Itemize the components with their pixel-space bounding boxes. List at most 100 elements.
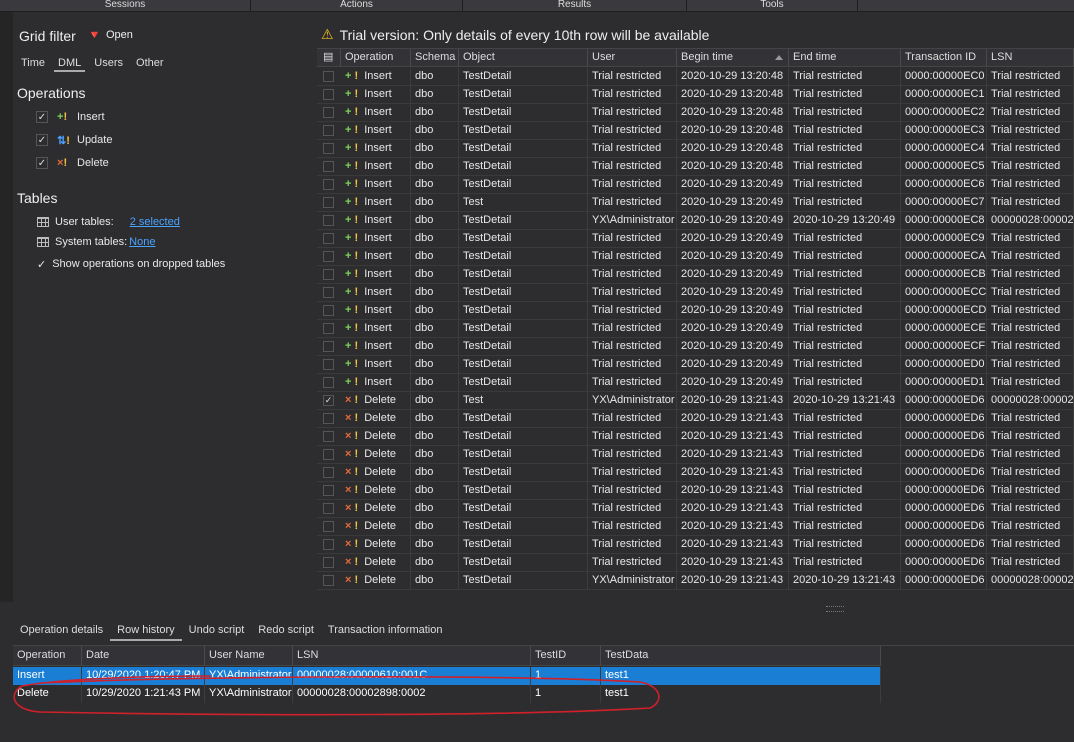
grid-row[interactable]: × ! Delete dbo TestDetail Trial restricted 2… [317,410,1074,428]
tab-redo-script[interactable]: Redo script [251,621,321,641]
grid-row[interactable]: + ! Insert dbo TestDetail Trial restricted 2… [317,86,1074,104]
select-all-header[interactable]: ▤ [317,49,341,67]
col-history-user-name[interactable]: User Name [205,646,293,666]
grid-row[interactable]: × ! Delete dbo TestDetail Trial restricted 2… [317,464,1074,482]
row-checkbox[interactable] [323,539,334,550]
row-checkbox[interactable] [323,449,334,460]
tab-undo-script[interactable]: Undo script [182,621,252,641]
col-history-testid[interactable]: TestID [531,646,601,666]
panel-splitter[interactable] [826,606,844,612]
tab-operation-details[interactable]: Operation details [13,621,110,641]
row-checkbox[interactable] [323,125,334,136]
grid-row[interactable]: × ! Delete dbo TestDetail Trial restricted 2… [317,482,1074,500]
history-row[interactable]: Delete 10/29/2020 1:21:43 PM YX\Administra… [13,685,881,703]
row-checkbox[interactable] [323,143,334,154]
system-tables-link[interactable]: None [129,236,155,248]
grid-row[interactable]: × ! Delete dbo TestDetail Trial restricted 2… [317,446,1074,464]
row-checkbox[interactable] [323,107,334,118]
tab-actions[interactable]: Actions [251,0,463,12]
show-dropped-checkbox[interactable]: ✓ [37,258,46,271]
col-end-time[interactable]: End time [789,49,901,67]
col-history-lsn[interactable]: LSN [293,646,531,666]
col-history-testdata[interactable]: TestData [601,646,881,666]
grid-row[interactable]: × ! Delete dbo TestDetail YX\Administrator 2… [317,572,1074,590]
operation-delete[interactable]: ✓ ×! Delete [36,154,109,172]
row-checkbox[interactable] [323,413,334,424]
row-checkbox[interactable] [323,305,334,316]
col-lsn[interactable]: LSN [987,49,1074,67]
row-checkbox[interactable] [323,467,334,478]
grid-row[interactable]: × ! Delete dbo TestDetail Trial restricted 2… [317,500,1074,518]
col-transaction-id[interactable]: Transaction ID [901,49,987,67]
row-checkbox[interactable] [323,575,334,586]
row-checkbox[interactable] [323,179,334,190]
show-dropped-option[interactable]: ✓ Show operations on dropped tables [37,256,225,272]
tab-users[interactable]: Users [90,56,127,72]
grid-row[interactable]: + ! Insert dbo TestDetail YX\Administrator 2… [317,212,1074,230]
row-checkbox[interactable] [323,215,334,226]
grid-row[interactable]: + ! Insert dbo TestDetail Trial restricted 2… [317,284,1074,302]
row-checkbox[interactable] [323,485,334,496]
tab-dml[interactable]: DML [54,56,86,72]
tab-tools[interactable]: Tools [687,0,858,12]
row-checkbox[interactable] [323,503,334,514]
tab-results[interactable]: Results [463,0,687,12]
grid-row[interactable]: + ! Insert dbo Test Trial restricted 2020-10… [317,194,1074,212]
grid-row[interactable]: × ! Delete dbo TestDetail Trial restricted 2… [317,554,1074,572]
grid-row[interactable]: + ! Insert dbo TestDetail Trial restricted 2… [317,140,1074,158]
grid-row[interactable]: × ! Delete dbo TestDetail Trial restricted 2… [317,536,1074,554]
grid-row[interactable]: + ! Insert dbo TestDetail Trial restricted 2… [317,302,1074,320]
row-checkbox[interactable]: ✓ [323,395,334,406]
grid-row[interactable]: ✓ × ! Delete dbo Test YX\Administrator 2020-1… [317,392,1074,410]
tab-sessions[interactable]: Sessions [0,0,251,12]
col-history-operation[interactable]: Operation [13,646,82,666]
operation-insert[interactable]: ✓ +! Insert [36,108,105,126]
row-checkbox[interactable] [323,251,334,262]
col-history-date[interactable]: Date [82,646,205,666]
row-checkbox[interactable] [323,323,334,334]
row-checkbox[interactable] [323,161,334,172]
row-checkbox[interactable] [323,197,334,208]
row-checkbox[interactable] [323,269,334,280]
row-checkbox[interactable] [323,359,334,370]
col-schema[interactable]: Schema [411,49,459,67]
history-row[interactable]: Insert 10/29/2020 1:20:47 PM YX\Administra… [13,667,881,685]
delete-checkbox[interactable]: ✓ [36,157,48,169]
grid-row[interactable]: + ! Insert dbo TestDetail Trial restricted 2… [317,122,1074,140]
col-begin-time[interactable]: Begin time [677,49,789,67]
col-operation[interactable]: Operation [341,49,411,67]
row-checkbox[interactable] [323,521,334,532]
open-filter-button[interactable]: 🔻 Open [87,28,133,42]
row-checkbox[interactable] [323,557,334,568]
row-checkbox[interactable] [323,341,334,352]
col-user[interactable]: User [588,49,677,67]
grid-row[interactable]: + ! Insert dbo TestDetail Trial restricted 2… [317,68,1074,86]
row-checkbox[interactable] [323,233,334,244]
tab-other[interactable]: Other [132,56,168,72]
tab-time[interactable]: Time [17,56,49,72]
grid-row[interactable]: + ! Insert dbo TestDetail Trial restricted 2… [317,374,1074,392]
row-checkbox[interactable] [323,89,334,100]
grid-row[interactable]: + ! Insert dbo TestDetail Trial restricted 2… [317,320,1074,338]
row-checkbox[interactable] [323,287,334,298]
grid-row[interactable]: + ! Insert dbo TestDetail Trial restricted 2… [317,338,1074,356]
tab-transaction-information[interactable]: Transaction information [321,621,450,641]
grid-row[interactable]: + ! Insert dbo TestDetail Trial restricted 2… [317,356,1074,374]
row-checkbox[interactable] [323,377,334,388]
grid-row[interactable]: + ! Insert dbo TestDetail Trial restricted 2… [317,158,1074,176]
row-checkbox[interactable] [323,431,334,442]
col-object[interactable]: Object [459,49,588,67]
grid-row[interactable]: + ! Insert dbo TestDetail Trial restricted 2… [317,230,1074,248]
operation-update[interactable]: ✓ ⇅! Update [36,131,112,149]
row-checkbox[interactable] [323,71,334,82]
insert-checkbox[interactable]: ✓ [36,111,48,123]
grid-row[interactable]: + ! Insert dbo TestDetail Trial restricted 2… [317,248,1074,266]
grid-row[interactable]: + ! Insert dbo TestDetail Trial restricted 2… [317,176,1074,194]
user-tables-link[interactable]: 2 selected [130,216,180,228]
tab-row-history[interactable]: Row history [110,621,182,641]
grid-row[interactable]: + ! Insert dbo TestDetail Trial restricted 2… [317,266,1074,284]
grid-row[interactable]: × ! Delete dbo TestDetail Trial restricted 2… [317,518,1074,536]
grid-row[interactable]: × ! Delete dbo TestDetail Trial restricted 2… [317,428,1074,446]
grid-row[interactable]: + ! Insert dbo TestDetail Trial restricted 2… [317,104,1074,122]
update-checkbox[interactable]: ✓ [36,134,48,146]
